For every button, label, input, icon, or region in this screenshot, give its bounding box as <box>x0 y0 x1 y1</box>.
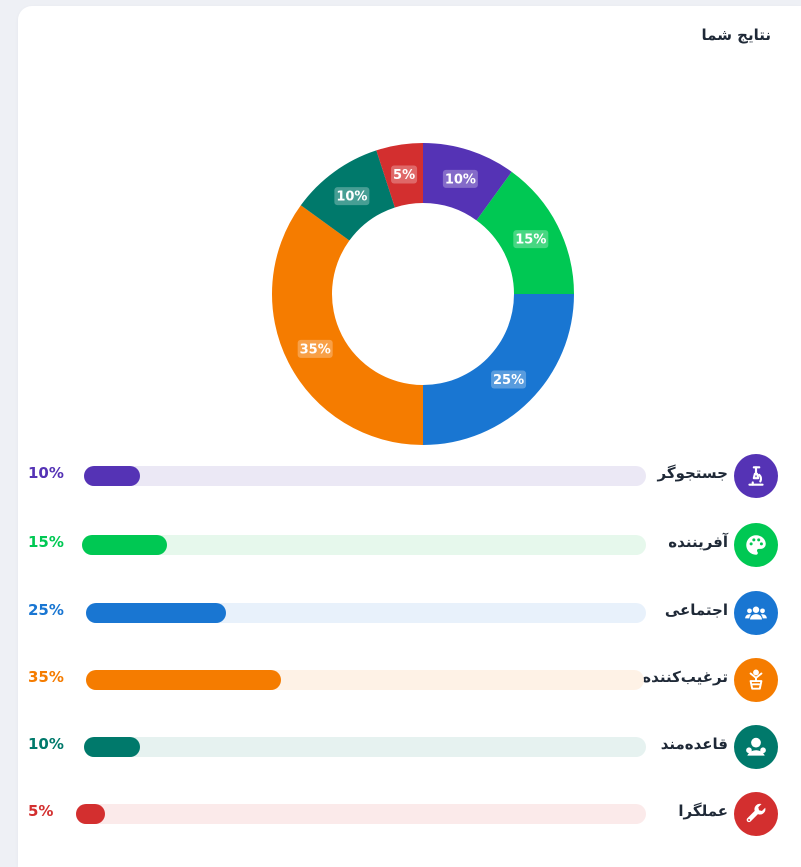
result-track <box>82 535 646 555</box>
result-track <box>86 670 644 690</box>
result-fill <box>84 737 141 757</box>
result-label: ترغیب‌کننده <box>642 668 728 686</box>
svg-text:10%: 10% <box>336 190 367 205</box>
organizer-icon <box>734 725 778 769</box>
result-row-artistic: آفریننده 15% <box>18 523 801 573</box>
palette-icon <box>734 523 778 567</box>
svg-text:15%: 15% <box>515 233 546 248</box>
result-label: آفریننده <box>668 533 728 551</box>
result-percent: 15% <box>28 533 64 551</box>
donut-data-label: 10% <box>334 187 370 206</box>
result-row-conventional: قاعده‌مند 10% <box>18 725 801 775</box>
result-label: جستجوگر <box>657 464 728 482</box>
result-fill <box>84 466 141 486</box>
wrench-icon <box>734 792 778 836</box>
result-row-realistic: عملگرا 5% <box>18 792 801 842</box>
donut-data-label: 5% <box>391 165 418 184</box>
result-fill <box>76 804 105 824</box>
result-label: اجتماعی <box>664 601 728 619</box>
svg-text:10%: 10% <box>445 172 476 187</box>
svg-text:35%: 35% <box>300 342 331 357</box>
svg-text:25%: 25% <box>493 373 524 388</box>
donut-data-label: 35% <box>297 339 333 358</box>
result-percent: 25% <box>28 601 64 619</box>
results-card: نتایج شما 10% 15% 25% 35% 10% 5% جستجوگر 10% … <box>18 6 801 867</box>
result-label: عملگرا <box>678 802 728 820</box>
result-fill <box>82 535 167 555</box>
result-row-social: اجتماعی 25% <box>18 591 801 641</box>
donut-slice <box>423 294 574 445</box>
donut-slice <box>272 205 423 445</box>
result-track <box>84 466 646 486</box>
donut-data-label: 15% <box>513 230 549 249</box>
card-title: نتایج شما <box>701 26 772 44</box>
result-percent: 10% <box>28 464 64 482</box>
result-track <box>86 603 646 623</box>
result-percent: 10% <box>28 735 64 753</box>
result-label: قاعده‌مند <box>660 735 728 753</box>
result-row-investigative: جستجوگر 10% <box>18 454 801 504</box>
svg-text:5%: 5% <box>393 168 415 183</box>
speaker-icon <box>734 658 778 702</box>
donut-chart: 10% 15% 25% 35% 10% 5% <box>272 143 574 445</box>
people-icon <box>734 591 778 635</box>
result-fill <box>86 603 226 623</box>
microscope-icon <box>734 454 778 498</box>
donut-data-label: 10% <box>442 169 478 188</box>
result-percent: 5% <box>28 802 54 820</box>
result-percent: 35% <box>28 668 64 686</box>
result-track <box>76 804 646 824</box>
result-track <box>84 737 646 757</box>
result-row-enterprising: ترغیب‌کننده 35% <box>18 658 801 708</box>
donut-data-label: 25% <box>491 370 527 389</box>
result-fill <box>86 670 282 690</box>
